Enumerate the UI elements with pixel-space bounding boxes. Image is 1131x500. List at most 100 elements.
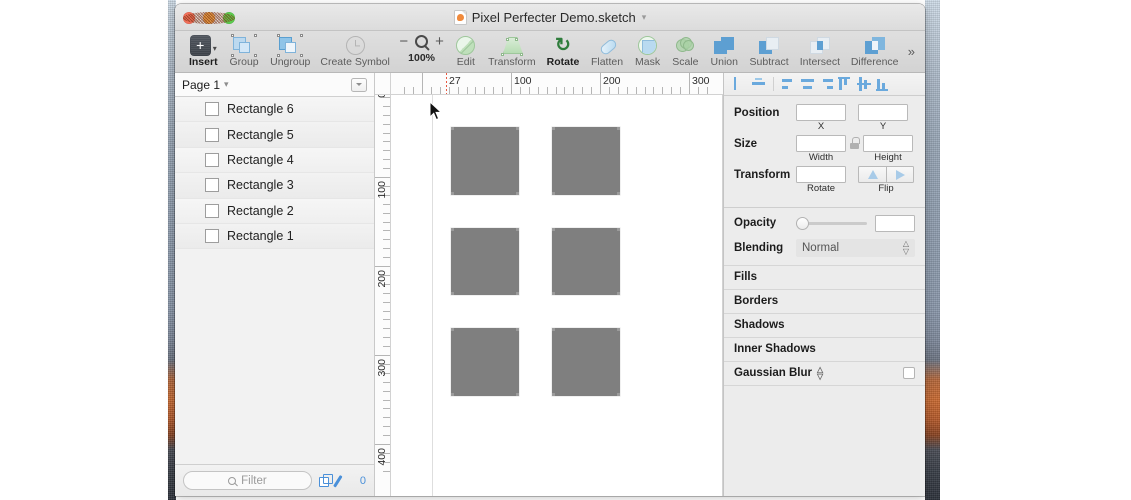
layer-visibility-checkbox[interactable]	[205, 204, 219, 218]
toolbar-item-group[interactable]: Group	[224, 31, 265, 72]
duplicate-icon[interactable]	[319, 474, 332, 487]
resize-handle-br[interactable]	[516, 292, 519, 295]
blending-select[interactable]: Normal △▽	[796, 239, 915, 257]
vertical-ruler[interactable]: 0100200300400	[375, 95, 391, 496]
layer-visibility-checkbox[interactable]	[205, 128, 219, 142]
distribute-bottom-icon[interactable]	[817, 75, 836, 93]
resize-handle-tr[interactable]	[617, 228, 620, 231]
rotate-input[interactable]	[796, 166, 846, 183]
align-left-icon[interactable]	[730, 75, 749, 93]
layer-row[interactable]: Rectangle 2	[175, 199, 374, 224]
toolbar-item-create-symbol[interactable]: Create Symbol	[316, 31, 394, 72]
canvas-rectangle[interactable]	[552, 127, 620, 195]
resize-handle-tr[interactable]	[516, 328, 519, 331]
resize-handle-tl[interactable]	[552, 127, 555, 130]
resize-handle-tr[interactable]	[617, 328, 620, 331]
title-chevron-down-icon[interactable]: ▾	[642, 12, 647, 23]
layer-row[interactable]: Rectangle 5	[175, 122, 374, 147]
section-header-shadows[interactable]: Shadows	[724, 313, 925, 337]
section-header-fills[interactable]: Fills	[724, 265, 925, 289]
resize-handle-tl[interactable]	[552, 228, 555, 231]
resize-handle-tl[interactable]	[451, 328, 454, 331]
toolbar-item-flatten[interactable]: Flatten	[585, 31, 629, 72]
toolbar-item-transform[interactable]: Transform	[483, 31, 541, 72]
stepper-icon[interactable]: △▽	[817, 366, 823, 380]
align-center-horizontal-icon[interactable]	[749, 75, 768, 93]
flip-vertical-icon[interactable]	[886, 166, 914, 183]
layer-row[interactable]: Rectangle 1	[175, 224, 374, 249]
resize-handle-bl[interactable]	[451, 192, 454, 195]
distribute-middle-icon[interactable]	[798, 75, 817, 93]
opacity-slider[interactable]	[796, 216, 867, 230]
distribute-top-icon[interactable]	[779, 75, 798, 93]
ruler-tick	[538, 87, 539, 94]
zoom-out-button[interactable]: −	[399, 34, 408, 49]
layer-visibility-checkbox[interactable]	[205, 102, 219, 116]
slider-knob[interactable]	[796, 217, 809, 230]
resize-handle-tr[interactable]	[617, 127, 620, 130]
size-width-input[interactable]	[796, 135, 846, 152]
filter-input[interactable]: Filter	[183, 471, 312, 490]
position-x-input[interactable]	[796, 104, 846, 121]
toolbar-item-subtract[interactable]: Subtract	[744, 31, 794, 72]
canvas-rectangle[interactable]	[451, 328, 519, 396]
layer-row[interactable]: Rectangle 6	[175, 97, 374, 122]
resize-handle-bl[interactable]	[451, 292, 454, 295]
resize-handle-bl[interactable]	[451, 393, 454, 396]
align-top-icon[interactable]	[836, 75, 855, 93]
section-enable-checkbox[interactable]	[903, 367, 915, 379]
chevron-down-icon[interactable]: ▾	[224, 79, 229, 90]
resize-handle-tl[interactable]	[552, 328, 555, 331]
section-header-borders[interactable]: Borders	[724, 289, 925, 313]
zoom-in-button[interactable]: +	[435, 34, 444, 49]
page-options-icon[interactable]	[351, 78, 367, 92]
toolbar-item-ungroup[interactable]: Ungroup	[265, 31, 316, 72]
resize-handle-tl[interactable]	[451, 228, 454, 231]
resize-handle-br[interactable]	[516, 192, 519, 195]
canvas-rectangle[interactable]	[451, 228, 519, 296]
section-header-gaussian-blur[interactable]: Gaussian Blur△▽	[724, 361, 925, 385]
toolbar-overflow-button[interactable]: »	[904, 44, 919, 59]
chevron-down-icon[interactable]: ▾	[213, 44, 217, 53]
resize-handle-bl[interactable]	[552, 192, 555, 195]
resize-handle-br[interactable]	[516, 393, 519, 396]
layer-visibility-checkbox[interactable]	[205, 229, 219, 243]
resize-handle-bl[interactable]	[552, 393, 555, 396]
section-header-inner-shadows[interactable]: Inner Shadows	[724, 337, 925, 361]
layer-row[interactable]: Rectangle 3	[175, 173, 374, 198]
layer-row[interactable]: Rectangle 4	[175, 148, 374, 173]
resize-handle-tr[interactable]	[516, 228, 519, 231]
toolbar-item-intersect[interactable]: Intersect	[794, 31, 845, 72]
horizontal-ruler[interactable]: 27100200300	[391, 73, 723, 95]
toolbar-item-union[interactable]: Union	[705, 31, 744, 72]
toolbar-item-rotate[interactable]: ↻ Rotate	[541, 31, 585, 72]
magnifier-icon[interactable]	[415, 35, 428, 48]
size-height-input[interactable]	[863, 135, 913, 152]
align-middle-vertical-icon[interactable]	[855, 75, 874, 93]
lock-icon[interactable]	[850, 137, 859, 149]
opacity-input[interactable]	[875, 215, 915, 232]
pencil-icon[interactable]	[339, 474, 353, 488]
position-y-input[interactable]	[858, 104, 908, 121]
resize-handle-bl[interactable]	[552, 292, 555, 295]
canvas-rectangle[interactable]	[552, 328, 620, 396]
resize-handle-tr[interactable]	[516, 127, 519, 130]
toolbar-item-mask[interactable]: Mask	[629, 31, 666, 72]
toolbar-item-scale[interactable]: Scale	[666, 31, 704, 72]
page-selector[interactable]: Page 1 ▾	[175, 73, 374, 97]
toolbar-item-insert[interactable]: + ▾ Insert	[183, 31, 224, 72]
toolbar-item-edit[interactable]: Edit	[449, 31, 483, 72]
toolbar-item-difference[interactable]: Difference	[846, 31, 904, 72]
align-bottom-icon[interactable]	[874, 75, 893, 93]
canvas-rectangle[interactable]	[451, 127, 519, 195]
resize-handle-tl[interactable]	[451, 127, 454, 130]
resize-handle-br[interactable]	[617, 393, 620, 396]
design-canvas[interactable]	[391, 95, 723, 496]
layer-visibility-checkbox[interactable]	[205, 178, 219, 192]
resize-handle-br[interactable]	[617, 192, 620, 195]
flip-horizontal-icon[interactable]	[858, 166, 886, 183]
canvas-rectangle[interactable]	[552, 228, 620, 296]
stepper-icon[interactable]: △▽	[903, 240, 909, 256]
layer-visibility-checkbox[interactable]	[205, 153, 219, 167]
resize-handle-br[interactable]	[617, 292, 620, 295]
